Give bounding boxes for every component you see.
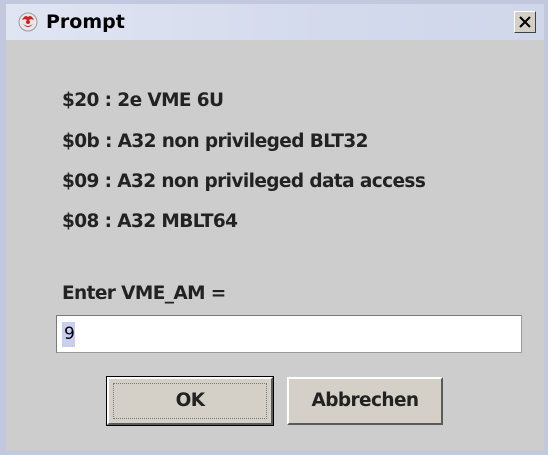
vme-am-input[interactable]	[60, 319, 516, 349]
message-line: $0b : A32 non privileged BLT32	[62, 131, 369, 152]
cancel-button-label: Abbrechen	[311, 390, 420, 411]
input-label: Enter VME_AM =	[62, 283, 226, 304]
prompt-dialog: Prompt $20 : 2e VME 6U $0b : A32 non pri…	[0, 0, 548, 455]
close-x-icon	[519, 16, 531, 28]
message-line: $20 : 2e VME 6U	[62, 90, 224, 111]
message-line: $08 : A32 MBLT64	[62, 211, 238, 232]
title-bar[interactable]: Prompt	[6, 4, 544, 40]
close-button[interactable]	[514, 11, 536, 33]
dialog-title: Prompt	[46, 11, 125, 33]
cancel-button[interactable]: Abbrechen	[287, 377, 443, 425]
java-duke-icon	[17, 11, 39, 33]
message-line: $09 : A32 non privileged data access	[62, 171, 426, 192]
dialog-content: $20 : 2e VME 6U $0b : A32 non privileged…	[6, 40, 544, 451]
vme-am-field[interactable]	[56, 315, 522, 353]
focus-ring	[113, 383, 267, 419]
ok-button[interactable]: OK	[106, 376, 274, 426]
